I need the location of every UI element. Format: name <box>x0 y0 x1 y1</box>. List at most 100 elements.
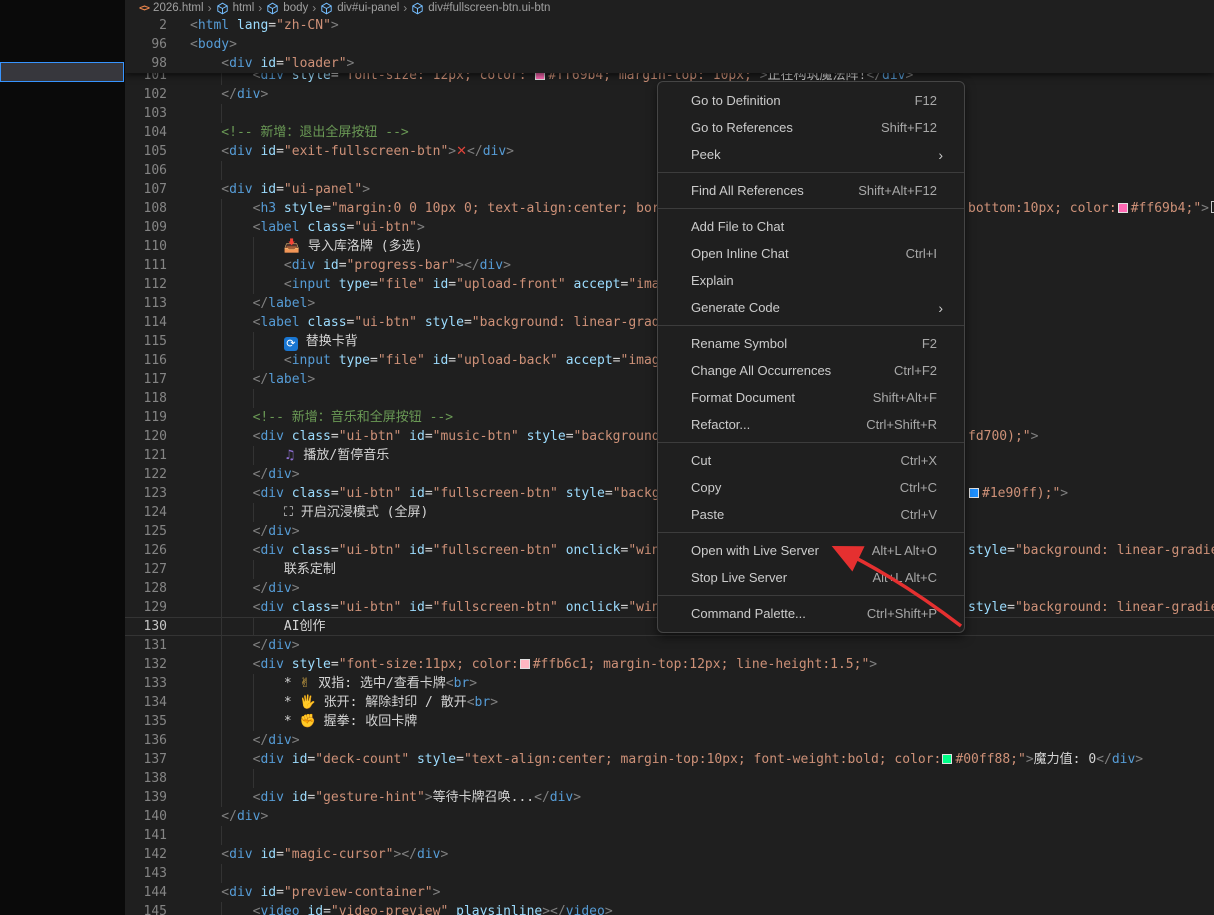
menu-item-copy[interactable]: CopyCtrl+C <box>658 474 964 501</box>
code-token: = <box>331 600 339 615</box>
code-tokens: <h3 style="margin:0 0 10px 0; text-align… <box>190 199 660 218</box>
menu-item-add-file-to-chat[interactable]: Add File to Chat <box>658 213 964 240</box>
code-token: id <box>260 56 276 71</box>
code-line-136[interactable]: 136</div> <box>125 731 1214 750</box>
breadcrumb-item[interactable]: div#ui-panel <box>320 2 399 15</box>
breadcrumb-label: div#ui-panel <box>337 2 399 14</box>
indent-guide-line <box>221 731 222 750</box>
code-line-134[interactable]: 134* 🖐 张开: 解除封印 / 散开<br> <box>125 693 1214 712</box>
menu-item-command-palette[interactable]: Command Palette...Ctrl+Shift+P <box>658 600 964 627</box>
menu-item-cut[interactable]: CutCtrl+X <box>658 447 964 474</box>
menu-item-label: Peek <box>691 147 938 162</box>
indent-guide-line <box>253 332 254 351</box>
menu-item-rename-symbol[interactable]: Rename SymbolF2 <box>658 330 964 357</box>
code-token: class <box>307 315 346 330</box>
menu-item-explain[interactable]: Explain <box>658 267 964 294</box>
code-token: input <box>292 277 331 292</box>
code-line-140[interactable]: 140</div> <box>125 807 1214 826</box>
code-token: "font-size:11px; color: <box>339 657 519 672</box>
menu-item-label: Explain <box>691 273 952 288</box>
code-token: < <box>221 144 229 159</box>
menu-item-paste[interactable]: PasteCtrl+V <box>658 501 964 528</box>
breadcrumb-item[interactable]: <>2026.html <box>139 2 204 14</box>
menu-item-go-to-definition[interactable]: Go to DefinitionF12 <box>658 87 964 114</box>
indent-guide-line <box>221 237 222 256</box>
breadcrumb-item[interactable]: html <box>216 2 255 15</box>
line-number: 98 <box>125 54 167 73</box>
menu-item-change-all-occurrences[interactable]: Change All OccurrencesCtrl+F2 <box>658 357 964 384</box>
code-token: = <box>370 353 378 368</box>
code-token: > <box>1031 429 1039 444</box>
code-tokens: </div> <box>190 85 268 104</box>
breadcrumb-item[interactable]: body <box>266 2 308 15</box>
code-token: id <box>409 429 425 444</box>
menu-item-shortcut: Ctrl+I <box>906 246 937 261</box>
code-line-145[interactable]: 145<video id="video-preview" playsinline… <box>125 902 1214 915</box>
code-token: </ <box>253 733 269 748</box>
menu-separator <box>658 208 964 209</box>
menu-item-peek[interactable]: Peek› <box>658 141 964 168</box>
color-swatch[interactable] <box>1118 203 1128 213</box>
code-line-143[interactable]: 143 <box>125 864 1214 883</box>
indent-guide-line <box>221 256 222 275</box>
code-line-133[interactable]: 133* ✌ 双指: 选中/查看卡牌<br> <box>125 674 1214 693</box>
menu-item-label: Go to Definition <box>691 93 915 108</box>
code-line-139[interactable]: 139<div id="gesture-hint">等待卡牌召唤...</div… <box>125 788 1214 807</box>
code-line-96[interactable]: 96<body> <box>125 35 1214 54</box>
code-token: 开启沉浸模式 (全屏) <box>293 505 428 520</box>
menu-item-open-with-live-server[interactable]: Open with Live ServerAlt+L Alt+O <box>658 537 964 564</box>
indent-guide-line <box>221 313 222 332</box>
breadcrumb-separator-icon: › <box>403 1 407 15</box>
line-number: 135 <box>125 712 167 731</box>
menu-item-refactor[interactable]: Refactor...Ctrl+Shift+R <box>658 411 964 438</box>
code-token: = <box>276 847 284 862</box>
code-token: accept <box>574 277 621 292</box>
color-swatch[interactable] <box>942 754 952 764</box>
code-line-98[interactable]: 98<div id="loader"> <box>125 54 1214 73</box>
panel-selected-item[interactable] <box>0 62 124 82</box>
menu-item-generate-code[interactable]: Generate Code› <box>658 294 964 321</box>
line-number: 145 <box>125 902 167 915</box>
menu-item-format-document[interactable]: Format DocumentShift+Alt+F <box>658 384 964 411</box>
line-number: 134 <box>125 693 167 712</box>
code-line-2[interactable]: 2<html lang="zh-CN"> <box>125 16 1214 35</box>
code-line-141[interactable]: 141 <box>125 826 1214 845</box>
menu-item-find-all-references[interactable]: Find All ReferencesShift+Alt+F12 <box>658 177 964 204</box>
refresh-emoji: ⟳ <box>284 337 298 351</box>
code-token: > <box>469 676 477 691</box>
indent-guide-line <box>221 750 222 769</box>
menu-item-shortcut: Shift+Alt+F <box>873 390 937 405</box>
menu-item-stop-live-server[interactable]: Stop Live ServerAlt+L Alt+C <box>658 564 964 591</box>
color-swatch[interactable] <box>520 659 530 669</box>
code-tokens: * ✊ 握拳: 收回卡牌 <box>190 712 417 731</box>
breadcrumb-item[interactable]: div#fullscreen-btn.ui-btn <box>411 2 550 15</box>
menu-item-go-to-references[interactable]: Go to ReferencesShift+F12 <box>658 114 964 141</box>
sticky-lines[interactable]: 2<html lang="zh-CN">96<body>98<div id="l… <box>125 16 1214 73</box>
menu-separator <box>658 532 964 533</box>
code-token: class <box>292 543 331 558</box>
code-line-131[interactable]: 131</div> <box>125 636 1214 655</box>
line-number: 112 <box>125 275 167 294</box>
code-token: style <box>527 429 566 444</box>
code-tokens: <div class="ui-btn" id="fullscreen-btn" … <box>190 598 660 617</box>
code-token: "upload-front" <box>456 277 566 292</box>
indent-guide-line <box>221 655 222 674</box>
color-swatch[interactable] <box>969 488 979 498</box>
code-line-137[interactable]: 137<div id="deck-count" style="text-alig… <box>125 750 1214 769</box>
code-token: 握拳: 收回卡牌 <box>316 714 417 729</box>
code-token: < <box>446 676 454 691</box>
indent-guide-line <box>253 617 254 636</box>
code-line-135[interactable]: 135 * ✊ 握拳: 收回卡牌 <box>125 712 1214 731</box>
code-token: label <box>268 296 307 311</box>
code-token: > <box>1060 486 1068 501</box>
code-line-138[interactable]: 138 <box>125 769 1214 788</box>
menu-item-open-inline-chat[interactable]: Open Inline ChatCtrl+I <box>658 240 964 267</box>
code-token: > <box>869 657 877 672</box>
line-number: 139 <box>125 788 167 807</box>
line-number: 143 <box>125 864 167 883</box>
code-line-132[interactable]: 132<div style="font-size:11px; color:#ff… <box>125 655 1214 674</box>
code-line-142[interactable]: 142<div id="magic-cursor"></div> <box>125 845 1214 864</box>
code-line-144[interactable]: 144<div id="preview-container"> <box>125 883 1214 902</box>
code-token: div <box>237 87 260 102</box>
code-token: = <box>331 543 339 558</box>
